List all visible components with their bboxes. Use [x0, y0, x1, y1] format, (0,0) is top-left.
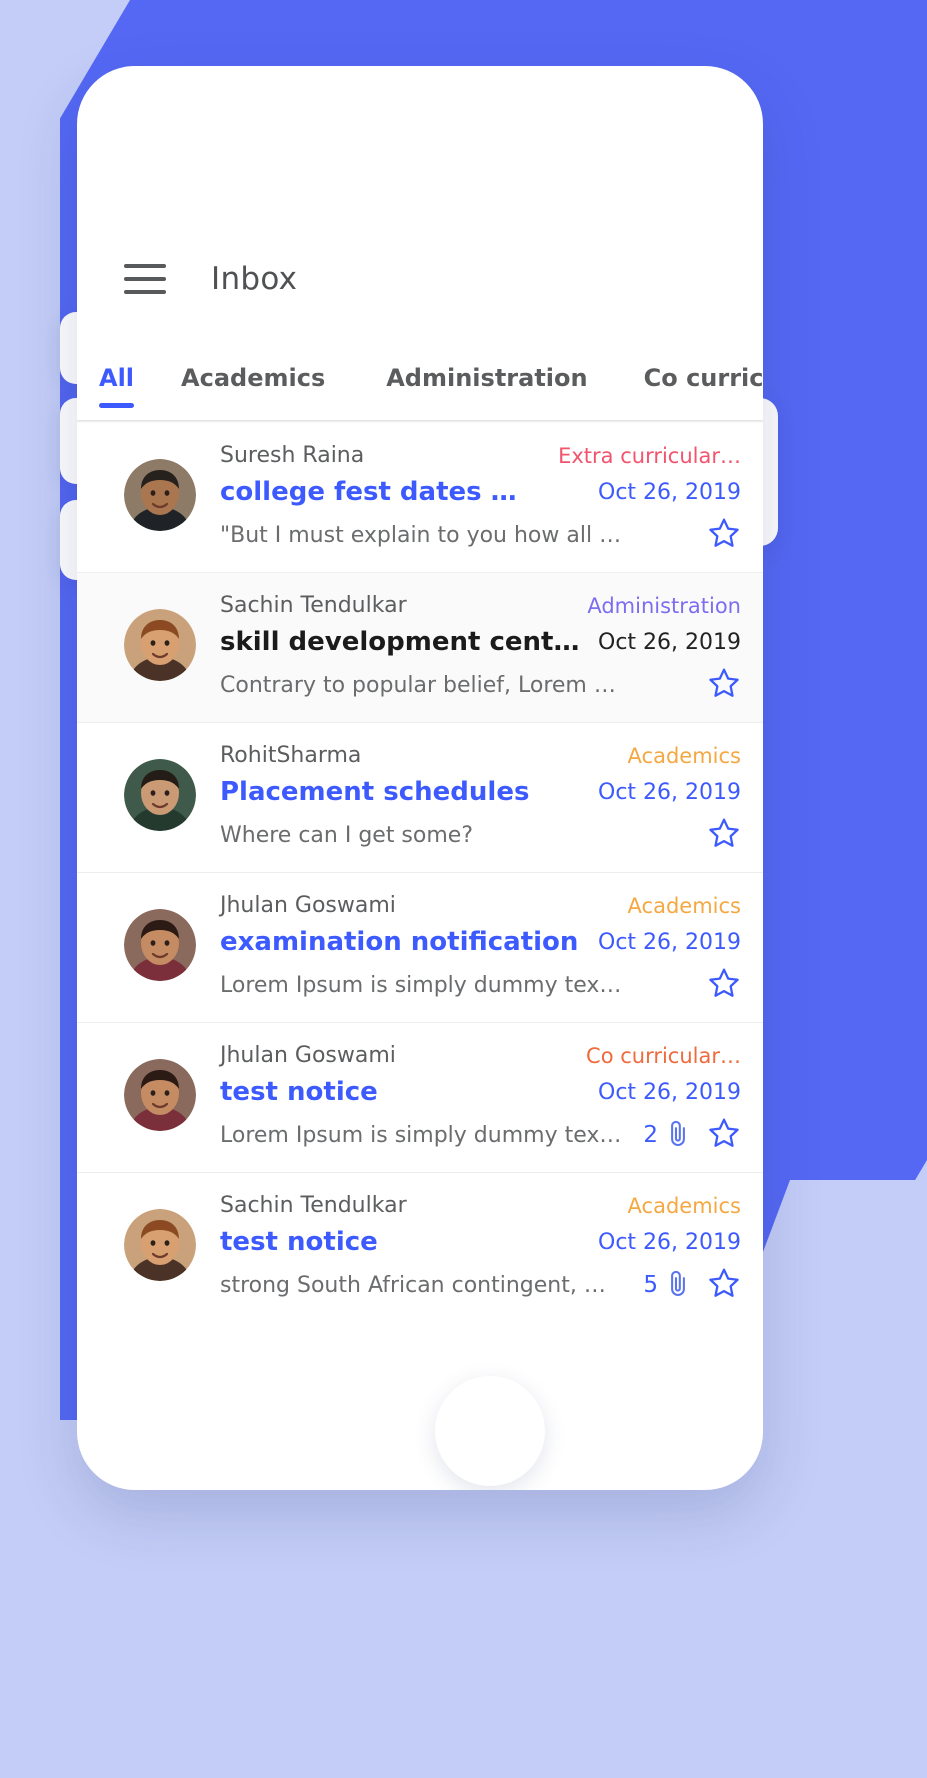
- email-date: Oct 26, 2019: [598, 629, 741, 655]
- phone-frame: Inbox All Academics Administration Co cu…: [77, 66, 763, 1490]
- email-row-body: RohitSharma Academics Placement schedule…: [220, 743, 741, 854]
- email-row-line-preview: Contrary to popular belief, Lorem …: [220, 666, 741, 704]
- avatar: [124, 909, 196, 981]
- email-row-line-preview: Lorem Ipsum is simply dummy tex…: [220, 966, 741, 1004]
- email-date: Oct 26, 2019: [598, 479, 741, 505]
- star-outline-icon[interactable]: [707, 816, 741, 854]
- email-row[interactable]: Sachin Tendulkar Academics test notice O…: [77, 1172, 763, 1322]
- email-subject[interactable]: skill development cent…: [220, 627, 579, 657]
- email-row-line-subject: test notice Oct 26, 2019: [220, 1077, 741, 1107]
- email-category-badge: Academics: [627, 893, 741, 918]
- star-outline-icon[interactable]: [707, 1116, 741, 1154]
- category-tabs[interactable]: All Academics Administration Co curricul…: [77, 354, 763, 422]
- email-row[interactable]: Jhulan Goswami Co curricular… test notic…: [77, 1022, 763, 1172]
- email-row-body: Jhulan Goswami Academics examination not…: [220, 893, 741, 1004]
- star-outline-icon[interactable]: [707, 1266, 741, 1304]
- email-row-line-subject: test notice Oct 26, 2019: [220, 1227, 741, 1257]
- star-outline-icon[interactable]: [707, 966, 741, 1004]
- email-subject[interactable]: test notice: [220, 1227, 378, 1257]
- email-subject[interactable]: Placement schedules: [220, 777, 529, 807]
- email-row-line-preview: Where can I get some?: [220, 816, 741, 854]
- email-preview: Lorem Ipsum is simply dummy tex…: [220, 972, 622, 998]
- email-sender: Suresh Raina: [220, 443, 365, 468]
- email-subject[interactable]: college fest dates …: [220, 477, 517, 507]
- email-date: Oct 26, 2019: [598, 1079, 741, 1105]
- email-list[interactable]: Suresh Raina Extra curricular… college f…: [77, 423, 763, 1403]
- tab-label: All: [99, 364, 135, 392]
- email-date: Oct 26, 2019: [598, 929, 741, 955]
- email-category-badge: Administration: [587, 593, 741, 618]
- email-row-line-subject: skill development cent… Oct 26, 2019: [220, 627, 741, 657]
- email-row-line-sender: Jhulan Goswami Academics: [220, 893, 741, 918]
- email-row-line-sender: RohitSharma Academics: [220, 743, 741, 768]
- email-row[interactable]: RohitSharma Academics Placement schedule…: [77, 722, 763, 872]
- email-row-body: Suresh Raina Extra curricular… college f…: [220, 443, 741, 554]
- email-row-line-preview: strong South African contingent, … 5: [220, 1266, 741, 1304]
- tab-co-curricular[interactable]: Co curricular: [644, 354, 763, 408]
- email-subject[interactable]: test notice: [220, 1077, 378, 1107]
- email-row-body: Sachin Tendulkar Administration skill de…: [220, 593, 741, 704]
- tab-academics[interactable]: Academics: [181, 354, 325, 408]
- email-row-line-subject: examination notification Oct 26, 2019: [220, 927, 741, 957]
- email-row-line-preview: Lorem Ipsum is simply dummy tex… 2: [220, 1116, 741, 1154]
- email-row-line-subject: Placement schedules Oct 26, 2019: [220, 777, 741, 807]
- email-preview: Contrary to popular belief, Lorem …: [220, 672, 616, 698]
- star-outline-icon[interactable]: [707, 666, 741, 704]
- avatar: [124, 459, 196, 531]
- email-category-badge: Academics: [627, 743, 741, 768]
- email-preview: strong South African contingent, …: [220, 1272, 606, 1298]
- tab-administration[interactable]: Administration: [386, 354, 587, 408]
- email-row[interactable]: Suresh Raina Extra curricular… college f…: [77, 423, 763, 572]
- email-subject[interactable]: examination notification: [220, 927, 578, 957]
- paperclip-icon: [665, 1268, 691, 1302]
- avatar: [124, 609, 196, 681]
- hamburger-menu-icon[interactable]: [124, 263, 166, 294]
- tab-label: Academics: [181, 364, 326, 392]
- email-row-body: Sachin Tendulkar Academics test notice O…: [220, 1193, 741, 1304]
- email-sender: Jhulan Goswami: [220, 1043, 396, 1068]
- email-row-line-sender: Suresh Raina Extra curricular…: [220, 443, 741, 468]
- email-row[interactable]: Sachin Tendulkar Administration skill de…: [77, 572, 763, 722]
- app-bar: Inbox: [77, 221, 763, 336]
- email-sender: Jhulan Goswami: [220, 893, 396, 918]
- avatar: [124, 1209, 196, 1281]
- email-category-badge: Co curricular…: [586, 1043, 741, 1068]
- home-indicator[interactable]: [435, 1376, 545, 1486]
- avatar: [124, 1059, 196, 1131]
- email-preview: "But I must explain to you how all …: [220, 522, 622, 548]
- email-date: Oct 26, 2019: [598, 1229, 741, 1255]
- tab-label: Co curricular: [643, 364, 763, 392]
- attachment-indicator[interactable]: 5: [643, 1268, 691, 1302]
- attachment-indicator[interactable]: 2: [643, 1118, 691, 1152]
- tab-active-underline: [99, 403, 135, 408]
- email-row-line-sender: Sachin Tendulkar Administration: [220, 593, 741, 618]
- tab-label: Administration: [386, 364, 588, 392]
- page-title: Inbox: [211, 260, 298, 297]
- email-row-line-preview: "But I must explain to you how all …: [220, 516, 741, 554]
- email-row-line-subject: college fest dates … Oct 26, 2019: [220, 477, 741, 507]
- star-outline-icon[interactable]: [707, 516, 741, 554]
- email-row[interactable]: Jhulan Goswami Academics examination not…: [77, 872, 763, 1022]
- email-category-badge: Academics: [627, 1193, 741, 1218]
- email-row-body: Jhulan Goswami Co curricular… test notic…: [220, 1043, 741, 1154]
- paperclip-icon: [665, 1118, 691, 1152]
- attachment-count: 2: [643, 1122, 658, 1148]
- email-sender: RohitSharma: [220, 743, 362, 768]
- email-sender: Sachin Tendulkar: [220, 1193, 407, 1218]
- email-preview: Where can I get some?: [220, 822, 473, 848]
- tab-all[interactable]: All: [99, 354, 135, 408]
- email-category-badge: Extra curricular…: [558, 443, 741, 468]
- email-preview: Lorem Ipsum is simply dummy tex…: [220, 1122, 622, 1148]
- attachment-count: 5: [643, 1272, 658, 1298]
- email-sender: Sachin Tendulkar: [220, 593, 407, 618]
- email-row-line-sender: Sachin Tendulkar Academics: [220, 1193, 741, 1218]
- email-date: Oct 26, 2019: [598, 779, 741, 805]
- email-row-line-sender: Jhulan Goswami Co curricular…: [220, 1043, 741, 1068]
- avatar: [124, 759, 196, 831]
